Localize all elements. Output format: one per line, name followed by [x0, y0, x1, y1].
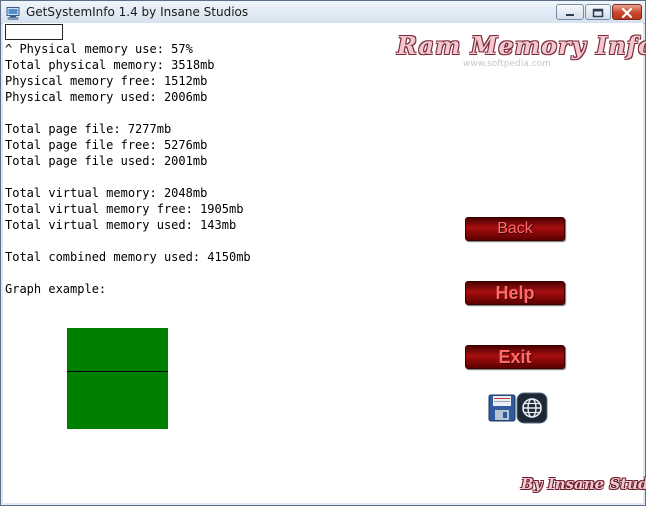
info-line: Total page file used: 2001mb	[5, 154, 208, 168]
info-line: Physical memory free: 1512mb	[5, 74, 208, 88]
maximize-icon	[592, 8, 604, 18]
info-line: Total page file: 7277mb	[5, 122, 172, 136]
info-line: Total virtual memory used: 143mb	[5, 218, 237, 232]
info-line: Total virtual memory free: 1905mb	[5, 202, 244, 216]
info-line: Total physical memory: 3518mb	[5, 58, 215, 72]
info-line: Graph example:	[5, 282, 107, 296]
minimize-icon	[566, 14, 574, 16]
computer-icon	[6, 5, 20, 20]
title-bar[interactable]: GetSystemInfo 1.4 by Insane Studios	[1, 1, 645, 24]
globe-icon[interactable]	[516, 392, 548, 424]
info-line	[5, 105, 251, 121]
window-title: GetSystemInfo 1.4 by Insane Studios	[26, 5, 249, 19]
memory-info-list: ^ Physical memory use: 57% Total physical…	[5, 41, 251, 297]
info-line: Total combined memory used: 4150mb	[5, 250, 251, 264]
info-line: Total page file free: 5276mb	[5, 138, 208, 152]
help-button[interactable]: Help	[465, 281, 565, 305]
minimize-button[interactable]	[556, 4, 584, 20]
footer-brand: By Insane Studios	[521, 475, 646, 493]
watermark: www.softpedia.com	[463, 59, 551, 69]
memory-graph	[67, 328, 168, 429]
app-window: GetSystemInfo 1.4 by Insane Studios ^ Ph…	[0, 0, 646, 506]
app-logo-title: Ram Memory Info	[397, 31, 646, 60]
close-button[interactable]	[612, 4, 642, 20]
maximize-button[interactable]	[585, 4, 611, 20]
text-box[interactable]	[5, 24, 63, 40]
info-line	[5, 169, 251, 185]
client-area: ^ Physical memory use: 57% Total physical…	[3, 23, 646, 503]
info-line: ^ Physical memory use: 57%	[5, 42, 193, 56]
info-line	[5, 233, 251, 249]
info-line: Physical memory used: 2006mb	[5, 90, 208, 104]
graph-fill	[67, 328, 168, 429]
info-line: Total virtual memory: 2048mb	[5, 186, 208, 200]
exit-button[interactable]: Exit	[465, 345, 565, 369]
info-line	[5, 265, 251, 281]
back-button[interactable]: Back	[465, 217, 565, 241]
close-icon	[621, 7, 633, 19]
save-icon[interactable]	[488, 394, 516, 422]
